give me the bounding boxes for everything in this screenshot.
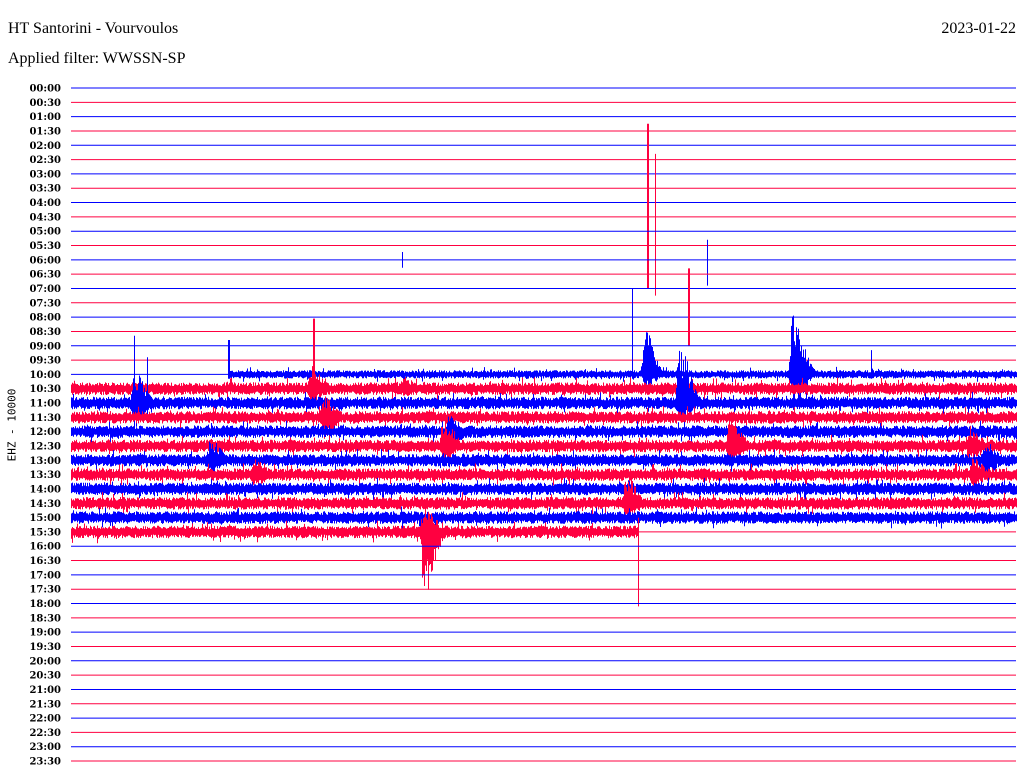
row-time-label: 05:30	[29, 241, 61, 252]
seismic-trace-row	[647, 123, 656, 296]
row-time-label: 18:00	[29, 599, 61, 610]
seismic-trace-row	[688, 268, 690, 346]
row-time-label: 21:00	[29, 685, 61, 696]
row-time-label: 08:00	[29, 313, 61, 324]
row-time-label: 16:00	[29, 542, 61, 553]
row-time-label: 10:30	[29, 384, 61, 395]
row-time-label: 17:00	[29, 570, 61, 581]
row-time-label: 09:30	[29, 356, 61, 367]
row-time-label: 15:30	[29, 527, 61, 538]
row-time-label: 14:00	[29, 484, 61, 495]
helicorder-plot: 00:00 00:30 01:00 01:30 02:00 02:30 03:00 03:30…	[29, 84, 1017, 768]
row-time-label: 02:00	[29, 141, 61, 152]
row-time-label: 05:00	[29, 227, 61, 238]
seismic-trace-row	[71, 477, 1017, 501]
row-time-label: 19:30	[29, 642, 61, 653]
row-time-label: 19:00	[29, 628, 61, 639]
row-time-label: 22:00	[29, 714, 61, 725]
row-time-label: 13:00	[29, 456, 61, 467]
row-time-label: 12:00	[29, 427, 61, 438]
seismic-trace-row	[402, 239, 708, 286]
row-time-label: 00:30	[29, 98, 61, 109]
row-time-label: 08:30	[29, 327, 61, 338]
row-time-label: 16:30	[29, 556, 61, 567]
row-time-label: 04:30	[29, 212, 61, 223]
row-time-label: 14:30	[29, 499, 61, 510]
row-time-label: 23:30	[29, 757, 61, 768]
row-time-label: 20:30	[29, 671, 61, 682]
seismic-trace-row	[71, 506, 1017, 529]
row-time-label: 07:00	[29, 284, 61, 295]
row-time-label: 01:00	[29, 112, 61, 123]
row-time-label: 00:00	[29, 84, 61, 95]
row-time-label: 17:30	[29, 585, 61, 596]
row-time-label: 02:30	[29, 155, 61, 166]
row-time-label: 10:00	[29, 370, 61, 381]
row-time-label: 13:30	[29, 470, 61, 481]
row-time-label: 04:00	[29, 198, 61, 209]
row-time-label: 20:00	[29, 656, 61, 667]
row-time-label: 11:00	[29, 399, 61, 410]
row-time-label: 18:30	[29, 613, 61, 624]
row-time-label: 23:00	[29, 742, 61, 753]
row-time-label: 03:00	[29, 169, 61, 180]
row-time-label: 09:00	[29, 341, 61, 352]
row-time-label: 22:30	[29, 728, 61, 739]
row-time-label: 07:30	[29, 298, 61, 309]
row-time-label: 11:30	[29, 413, 61, 424]
row-time-label: 03:30	[29, 184, 61, 195]
row-time-label: 06:00	[29, 255, 61, 266]
row-time-label: 01:30	[29, 126, 61, 137]
row-time-label: 06:30	[29, 270, 61, 281]
row-time-label: 15:00	[29, 513, 61, 524]
row-time-label: 21:30	[29, 699, 61, 710]
row-time-label: 12:30	[29, 442, 61, 453]
